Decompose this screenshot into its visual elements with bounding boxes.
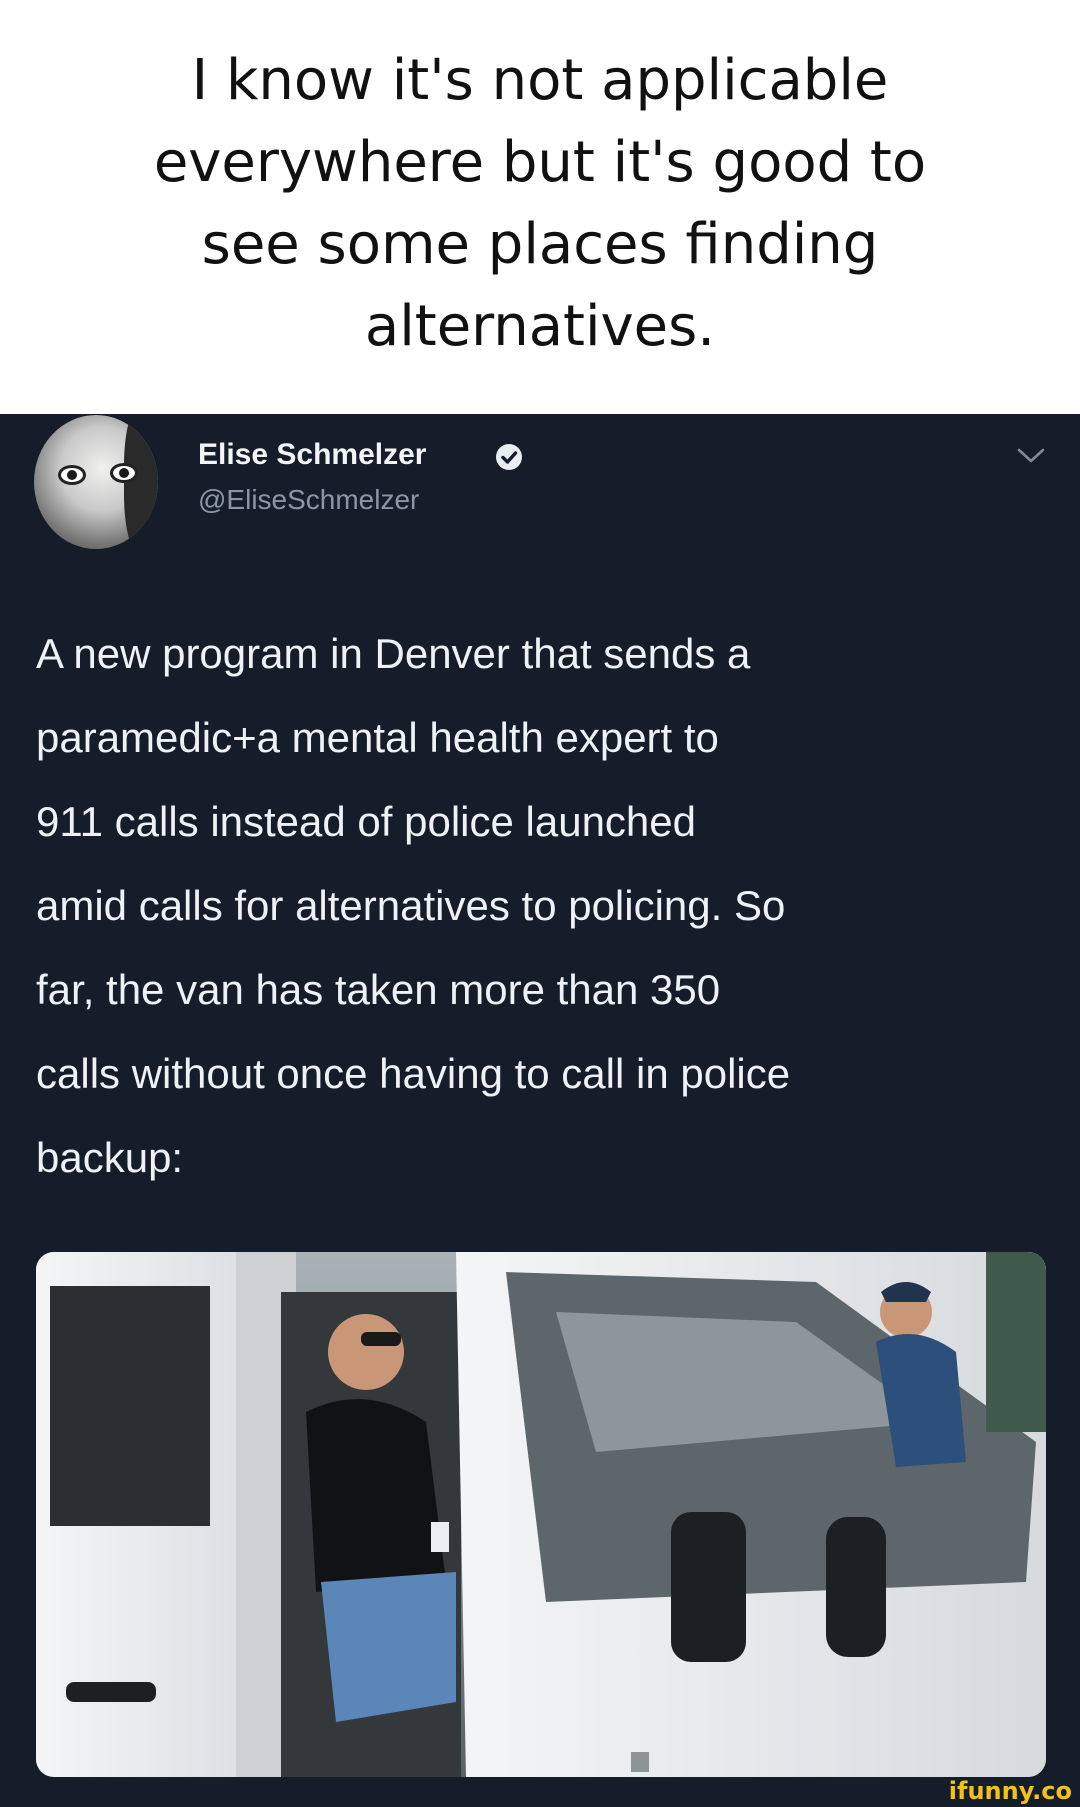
tweet-text: A new program in Denver that sends a par… — [36, 630, 791, 1181]
avatar-eye-right — [110, 463, 138, 483]
avatar-eye-left — [58, 465, 86, 485]
tweet-photo[interactable] — [36, 1252, 1046, 1777]
author-handle[interactable]: @EliseSchmelzer — [198, 484, 419, 516]
caption-line-2: everywhere but it's good to — [153, 130, 927, 195]
caption-line-1: I know it's not applicable — [191, 48, 889, 113]
van-photo-illustration — [36, 1252, 1046, 1777]
caption-line-3: see some places finding — [201, 212, 879, 277]
caption-line-4: alternatives. — [364, 294, 716, 359]
tweet-card: Elise Schmelzer @EliseSchmelzer A new pr… — [0, 414, 1080, 1807]
verified-badge-icon — [496, 444, 522, 470]
chevron-down-icon[interactable] — [1016, 446, 1046, 466]
meme-caption: I know it's not applicable everywhere bu… — [40, 40, 1040, 400]
ifunny-watermark: ifunny.co — [948, 1777, 1072, 1805]
avatar[interactable] — [34, 415, 158, 549]
author-name[interactable]: Elise Schmelzer — [198, 438, 426, 472]
